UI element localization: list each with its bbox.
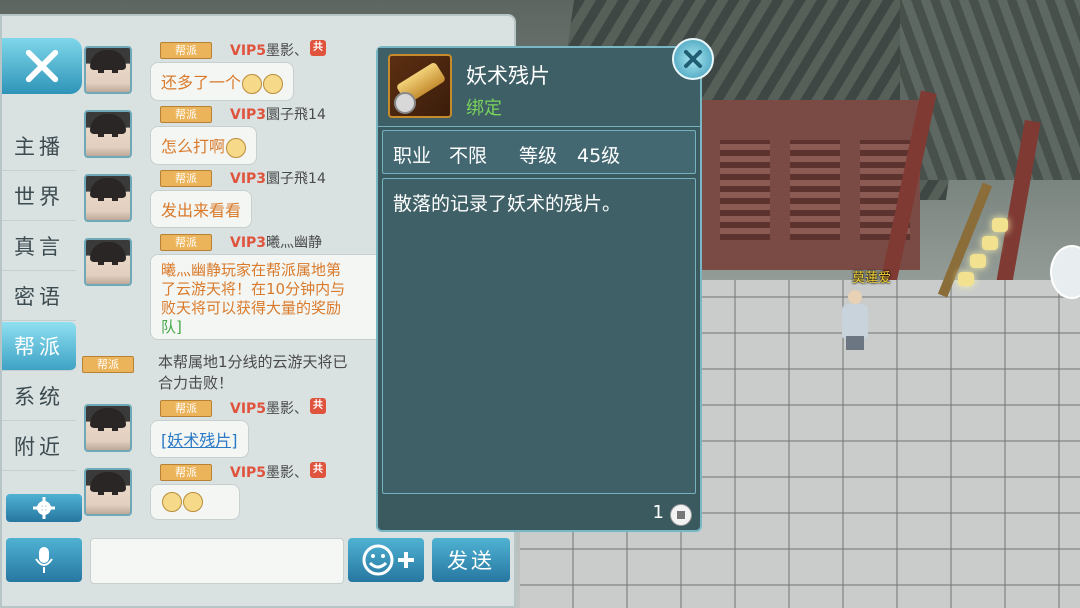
tab-world[interactable]: 世界 — [2, 172, 76, 221]
tab-nearby[interactable]: 附近 — [2, 422, 76, 471]
sender-line[interactable]: VIP5墨影、共 — [230, 40, 327, 60]
emote-button[interactable] — [348, 538, 424, 582]
item-bind-status: 绑定 — [466, 98, 502, 119]
emoji-icon — [162, 491, 182, 512]
message-bubble: 还多了一个 — [150, 62, 295, 101]
class-value: 不限 — [449, 145, 488, 167]
avatar[interactable] — [84, 468, 132, 516]
tab-truth[interactable]: 真言 — [2, 222, 76, 271]
npc-name-label: 莫蓮爱 — [852, 271, 892, 286]
chat-sidebar: 主播 世界 真言 密语 帮派 系统 附近 — [2, 16, 82, 606]
sender-line[interactable]: VIP3曦灬幽静 — [230, 232, 322, 252]
vip-level: VIP3 — [230, 171, 267, 187]
lantern — [982, 236, 998, 250]
level-label: 等级 — [519, 145, 558, 167]
sender-name: 圜子飛14 — [266, 107, 326, 123]
message-bubble: 发出来看看 — [150, 190, 253, 228]
item-count: 1 — [652, 502, 664, 523]
tooltip-footer: 1 — [378, 498, 700, 530]
avatar[interactable] — [84, 174, 132, 222]
item-description: 散落的记录了妖术的残片。 — [393, 193, 622, 215]
message-bubble: 怎么打啊 — [150, 126, 258, 165]
voice-input-button[interactable] — [6, 538, 82, 582]
smiley-plus-icon — [362, 544, 414, 576]
sender-line[interactable]: VIP5墨影、共 — [230, 398, 327, 418]
lantern — [958, 272, 974, 286]
close-tooltip-button[interactable] — [672, 38, 714, 80]
coin-icon — [670, 504, 692, 526]
lattice-window — [720, 140, 770, 240]
guild-badge: 帮派 — [160, 42, 212, 59]
message-text: 怎么打啊 — [161, 137, 226, 156]
item-link[interactable]: [妖术残片] — [161, 431, 238, 450]
shared-badge: 共 — [310, 462, 327, 478]
message-text: 还多了一个 — [161, 73, 242, 92]
chat-settings-button[interactable] — [6, 494, 82, 522]
avatar[interactable] — [84, 46, 132, 94]
avatar[interactable] — [84, 404, 132, 452]
sender-line[interactable]: VIP3圜子飛14 — [230, 104, 326, 124]
sender-line[interactable]: VIP5墨影、共 — [230, 462, 327, 482]
npc-character[interactable] — [838, 290, 872, 350]
guild-badge: 帮派 — [160, 106, 212, 123]
lantern — [970, 254, 986, 268]
emoji-icon — [183, 491, 203, 512]
sender-name: 圜子飛14 — [266, 171, 326, 187]
sender-name: 墨影、 — [266, 465, 309, 481]
tab-system[interactable]: 系统 — [2, 372, 76, 421]
vip-level: VIP5 — [230, 43, 267, 59]
emoji-icon — [242, 73, 263, 94]
crossed-swords-icon — [25, 49, 59, 83]
sender-name: 墨影、 — [266, 43, 309, 59]
shared-badge: 共 — [310, 398, 327, 414]
guild-badge: 帮派 — [160, 400, 212, 417]
guild-badge: 帮派 — [160, 170, 212, 187]
item-link-bubble[interactable]: [妖术残片] — [150, 420, 249, 458]
guild-badge: 帮派 — [82, 356, 134, 373]
item-name: 妖术残片 — [466, 64, 550, 88]
close-chat-button[interactable] — [2, 38, 82, 94]
avatar[interactable] — [84, 110, 132, 158]
tab-whisper[interactable]: 密语 — [2, 272, 76, 321]
emoji-icon — [226, 137, 247, 158]
scroll-item-icon — [388, 54, 452, 118]
gear-icon — [33, 497, 55, 519]
item-requirements: 职业 不限 等级 45级 — [382, 130, 696, 174]
vip-level: VIP5 — [230, 465, 267, 481]
microphone-icon — [35, 547, 53, 573]
sender-name: 曦灬幽静 — [266, 235, 323, 251]
avatar[interactable] — [84, 238, 132, 286]
vip-level: VIP3 — [230, 235, 267, 251]
send-button[interactable]: 发送 — [432, 538, 510, 582]
temple-wall — [700, 100, 920, 270]
tab-broadcast[interactable]: 主播 — [2, 122, 76, 171]
guild-badge: 帮派 — [160, 464, 212, 481]
item-tooltip: 妖术残片 绑定 职业 不限 等级 45级 散落的记录了妖术的残片。 1 — [376, 46, 702, 532]
message-bubble — [150, 484, 240, 520]
sender-name: 墨影、 — [266, 401, 309, 417]
guild-badge: 帮派 — [160, 234, 212, 251]
level-value: 45级 — [577, 145, 621, 167]
sender-line[interactable]: VIP3圜子飛14 — [230, 168, 326, 188]
item-description-box: 散落的记录了妖术的残片。 — [382, 178, 696, 494]
lantern — [992, 218, 1008, 232]
message-text: 发出来看看 — [161, 201, 242, 220]
vip-level: VIP3 — [230, 107, 267, 123]
lattice-window — [790, 140, 840, 240]
emoji-icon — [263, 73, 284, 94]
tooltip-header: 妖术残片 绑定 — [378, 48, 700, 127]
tab-guild[interactable]: 帮派 — [2, 322, 76, 371]
chat-input[interactable] — [90, 538, 344, 584]
side-roof — [900, 0, 1080, 180]
shared-badge: 共 — [310, 40, 327, 56]
vip-level: VIP5 — [230, 401, 267, 417]
close-icon — [684, 50, 702, 68]
class-label: 职业 — [393, 145, 432, 167]
